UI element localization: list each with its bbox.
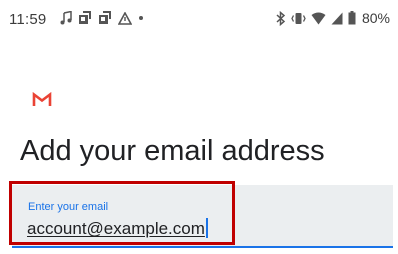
dot-icon [138, 15, 144, 21]
notification-icon [98, 10, 112, 26]
text-cursor [205, 218, 208, 238]
warning-icon [118, 11, 132, 25]
bluetooth-icon [276, 10, 286, 26]
wifi-icon [311, 12, 326, 25]
signal-icon [331, 12, 343, 25]
vibrate-icon [291, 11, 306, 26]
notification-icon [78, 10, 92, 26]
email-input[interactable]: account@example.com [27, 218, 208, 239]
status-time: 11:59 [9, 11, 47, 28]
status-bar: 11:59 80% [0, 0, 398, 40]
battery-percent: 80% [361, 10, 390, 26]
music-note-icon [60, 11, 72, 25]
email-input-value: account@example.com [27, 219, 205, 238]
email-field[interactable]: Enter your email account@example.com [12, 185, 393, 248]
notification-icons [60, 8, 144, 28]
email-field-label: Enter your email [28, 201, 109, 213]
system-icons: 80% [276, 8, 390, 28]
page-title: Add your email address [20, 135, 325, 167]
gmail-logo-icon [32, 91, 52, 107]
screen: 11:59 80% Add your email address Enter y… [0, 0, 398, 254]
battery-icon [348, 11, 356, 25]
